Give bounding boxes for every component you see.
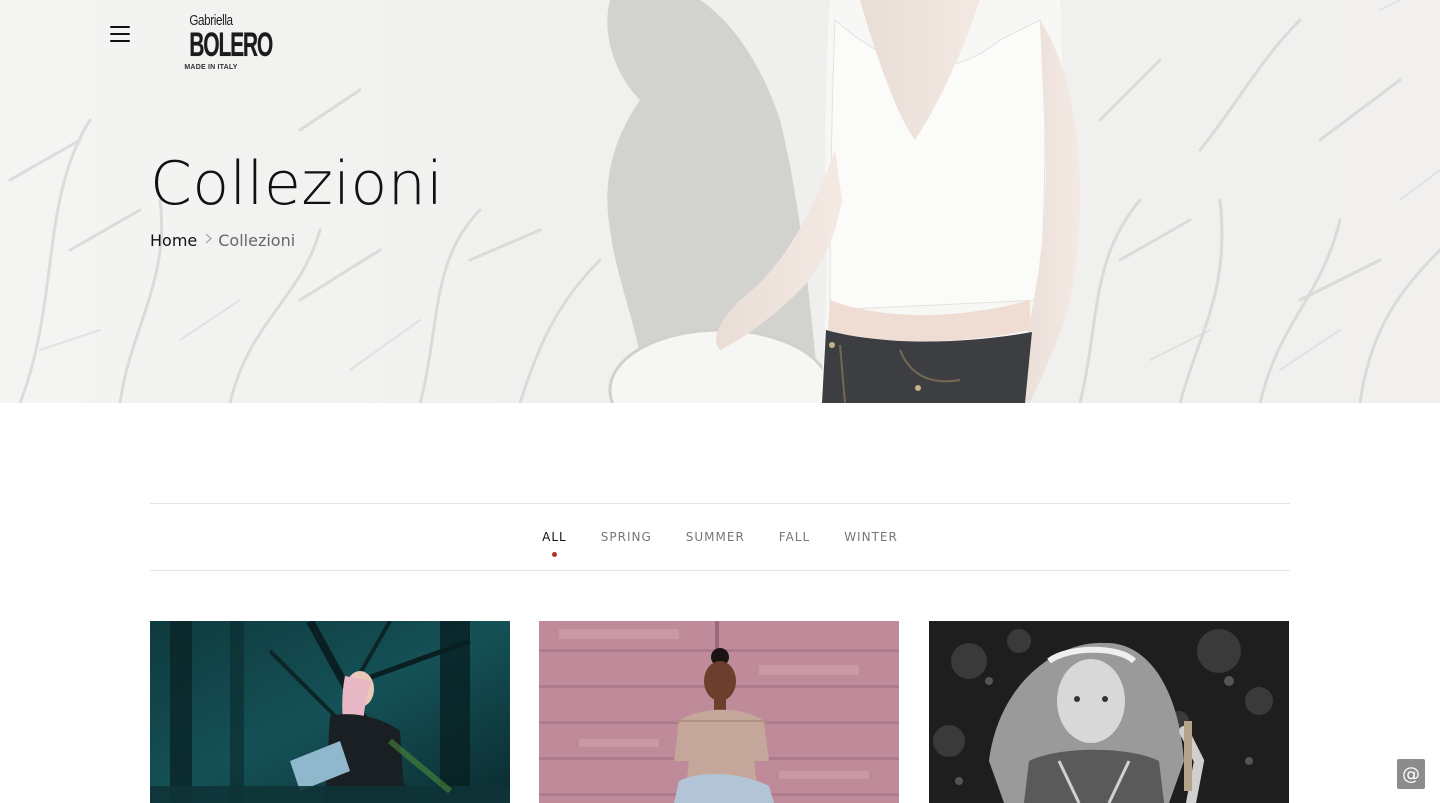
breadcrumb-home-link[interactable]: Home [150,230,197,252]
filter-tab-label: SPRING [600,530,652,544]
logo-line-2: BOLERO [189,26,273,64]
filter-tab-summer[interactable]: SUMMER [669,530,762,544]
page-title: Collezioni [150,149,444,219]
collection-gallery [150,621,1290,803]
filter-tab-all[interactable]: ALL [525,530,584,557]
chevron-right-icon [205,230,213,252]
collection-filter-bar: ALL SPRING SUMMER FALL WINTER [150,503,1290,571]
menu-bar [110,33,130,35]
logo-line-3: MADE IN ITALY [184,64,238,71]
filter-tab-label: WINTER [844,530,898,544]
filter-tab-label: ALL [542,530,567,544]
filter-tabs: ALL SPRING SUMMER FALL WINTER [150,530,1290,557]
filter-tab-label: SUMMER [685,530,745,544]
filter-tab-winter[interactable]: WINTER [827,530,915,544]
breadcrumb: Home Collezioni [150,230,295,252]
active-indicator-dot [551,552,557,557]
filter-tab-fall[interactable]: FALL [762,530,827,544]
black-and-white-woman-with-flower-crown-photo [929,621,1289,803]
gallery-item[interactable] [150,621,510,803]
woman-in-teal-forest-photo [150,621,510,803]
hero-banner: Gabriella BOLERO MADE IN ITALY Collezion… [0,0,1440,403]
hamburger-menu-icon[interactable] [108,24,132,44]
woman-against-pink-wooden-wall-photo [539,621,899,803]
gallery-item[interactable] [929,621,1289,803]
breadcrumb-current: Collezioni [218,231,296,250]
contact-button-glyph: @ [1402,763,1420,785]
brand-logo[interactable]: Gabriella BOLERO MADE IN ITALY [176,12,273,94]
menu-bar [110,26,130,28]
menu-bar [110,40,130,42]
at-sign-icon[interactable]: @ [1397,759,1425,789]
filter-tab-label: FALL [778,530,811,544]
gallery-item[interactable] [539,621,899,803]
filter-tab-spring[interactable]: SPRING [584,530,669,544]
